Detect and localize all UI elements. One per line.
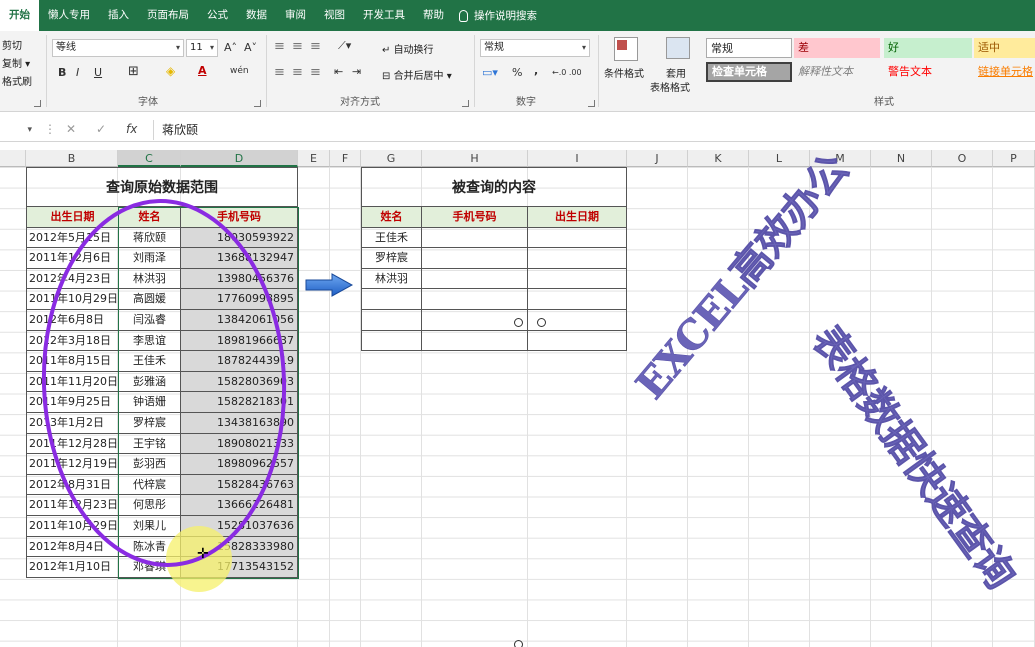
cursor-cross-icon: ✛ [197,546,209,562]
annotation-ellipse [41,199,287,567]
